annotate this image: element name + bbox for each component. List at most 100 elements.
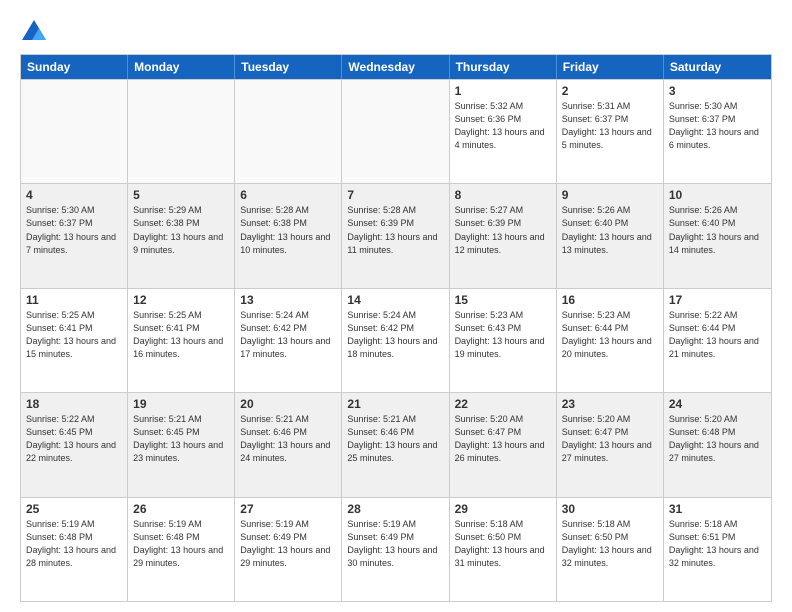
- cell-w4-d7: 24Sunrise: 5:20 AM Sunset: 6:48 PM Dayli…: [664, 393, 771, 496]
- cell-w3-d3: 13 Sunrise: 5:24 AM Sunset: 6:42 PM Dayli…: [235, 289, 342, 392]
- page: Sunday Monday Tuesday Wednesday Thursday…: [0, 0, 792, 612]
- cell-w1-d2: [128, 80, 235, 183]
- day-number: 9: [562, 188, 658, 202]
- cell-w5-d2: 26 Sunrise: 5:19 AM Sunset: 6:48 PM Dayli…: [128, 498, 235, 601]
- cell-w5-d3: 27Sunrise: 5:19 AM Sunset: 6:49 PM Dayli…: [235, 498, 342, 601]
- cell-w1-d3: [235, 80, 342, 183]
- day-number: 20: [240, 397, 336, 411]
- day-number: 21: [347, 397, 443, 411]
- cell-w3-d7: 17Sunrise: 5:22 AM Sunset: 6:44 PM Dayli…: [664, 289, 771, 392]
- week-row-1: 1 Sunrise: 5:32 AM Sunset: 6:36 PM Daylig…: [21, 79, 771, 183]
- day-number: 11: [26, 293, 122, 307]
- day-number: 19: [133, 397, 229, 411]
- day-number: 8: [455, 188, 551, 202]
- day-number: 28: [347, 502, 443, 516]
- day-number: 31: [669, 502, 766, 516]
- day-number: 18: [26, 397, 122, 411]
- day-number: 14: [347, 293, 443, 307]
- day-info: Sunrise: 5:25 AM Sunset: 6:41 PM Dayligh…: [26, 309, 122, 361]
- cell-w4-d5: 22Sunrise: 5:20 AM Sunset: 6:47 PM Dayli…: [450, 393, 557, 496]
- logo: [20, 18, 52, 46]
- day-number: 25: [26, 502, 122, 516]
- week-row-4: 18 Sunrise: 5:22 AM Sunset: 6:45 PM Dayli…: [21, 392, 771, 496]
- cell-w5-d6: 30 Sunrise: 5:18 AM Sunset: 6:50 PM Dayli…: [557, 498, 664, 601]
- cell-w4-d3: 20 Sunrise: 5:21 AM Sunset: 6:46 PM Dayli…: [235, 393, 342, 496]
- week-row-3: 11 Sunrise: 5:25 AM Sunset: 6:41 PM Dayli…: [21, 288, 771, 392]
- day-number: 26: [133, 502, 229, 516]
- day-info: Sunrise: 5:30 AM Sunset: 6:37 PM Dayligh…: [26, 204, 122, 256]
- cell-w4-d1: 18 Sunrise: 5:22 AM Sunset: 6:45 PM Dayli…: [21, 393, 128, 496]
- day-info: Sunrise: 5:19 AM Sunset: 6:48 PM Dayligh…: [133, 518, 229, 570]
- header-friday: Friday: [557, 55, 664, 79]
- day-info: Sunrise: 5:24 AM Sunset: 6:42 PM Dayligh…: [240, 309, 336, 361]
- day-number: 22: [455, 397, 551, 411]
- cell-w5-d5: 29 Sunrise: 5:18 AM Sunset: 6:50 PM Dayli…: [450, 498, 557, 601]
- cell-w2-d5: 8 Sunrise: 5:27 AM Sunset: 6:39 PM Daylig…: [450, 184, 557, 287]
- day-info: Sunrise: 5:31 AM Sunset: 6:37 PM Dayligh…: [562, 100, 658, 152]
- calendar-header-row: Sunday Monday Tuesday Wednesday Thursday…: [21, 55, 771, 79]
- day-number: 10: [669, 188, 766, 202]
- day-info: Sunrise: 5:21 AM Sunset: 6:46 PM Dayligh…: [240, 413, 336, 465]
- header-sunday: Sunday: [21, 55, 128, 79]
- cell-w2-d4: 7 Sunrise: 5:28 AM Sunset: 6:39 PM Daylig…: [342, 184, 449, 287]
- cell-w3-d6: 16 Sunrise: 5:23 AM Sunset: 6:44 PM Dayli…: [557, 289, 664, 392]
- day-number: 7: [347, 188, 443, 202]
- week-row-2: 4 Sunrise: 5:30 AM Sunset: 6:37 PM Daylig…: [21, 183, 771, 287]
- cell-w1-d5: 1 Sunrise: 5:32 AM Sunset: 6:36 PM Daylig…: [450, 80, 557, 183]
- header-thursday: Thursday: [450, 55, 557, 79]
- day-number: 1: [455, 84, 551, 98]
- cell-w2-d3: 6 Sunrise: 5:28 AM Sunset: 6:38 PM Daylig…: [235, 184, 342, 287]
- day-number: 13: [240, 293, 336, 307]
- day-number: 27: [240, 502, 336, 516]
- cell-w5-d1: 25Sunrise: 5:19 AM Sunset: 6:48 PM Dayli…: [21, 498, 128, 601]
- day-number: 6: [240, 188, 336, 202]
- calendar: Sunday Monday Tuesday Wednesday Thursday…: [20, 54, 772, 602]
- day-number: 17: [669, 293, 766, 307]
- header: [20, 18, 772, 46]
- header-monday: Monday: [128, 55, 235, 79]
- week-row-5: 25 Sunrise: 5:19 AM Sunset: 6:48 PM Dayli…: [21, 497, 771, 601]
- day-number: 29: [455, 502, 551, 516]
- day-info: Sunrise: 5:32 AM Sunset: 6:36 PM Dayligh…: [455, 100, 551, 152]
- day-info: Sunrise: 5:23 AM Sunset: 6:44 PM Dayligh…: [562, 309, 658, 361]
- day-info: Sunrise: 5:30 AM Sunset: 6:37 PM Dayligh…: [669, 100, 766, 152]
- cell-w2-d1: 4 Sunrise: 5:30 AM Sunset: 6:37 PM Daylig…: [21, 184, 128, 287]
- cell-w3-d4: 14Sunrise: 5:24 AM Sunset: 6:42 PM Dayli…: [342, 289, 449, 392]
- calendar-body: 1 Sunrise: 5:32 AM Sunset: 6:36 PM Daylig…: [21, 79, 771, 601]
- day-info: Sunrise: 5:26 AM Sunset: 6:40 PM Dayligh…: [669, 204, 766, 256]
- day-info: Sunrise: 5:18 AM Sunset: 6:50 PM Dayligh…: [562, 518, 658, 570]
- day-number: 15: [455, 293, 551, 307]
- cell-w1-d1: [21, 80, 128, 183]
- day-number: 16: [562, 293, 658, 307]
- day-info: Sunrise: 5:22 AM Sunset: 6:45 PM Dayligh…: [26, 413, 122, 465]
- cell-w5-d7: 31 Sunrise: 5:18 AM Sunset: 6:51 PM Dayli…: [664, 498, 771, 601]
- day-number: 12: [133, 293, 229, 307]
- cell-w2-d2: 5Sunrise: 5:29 AM Sunset: 6:38 PM Daylig…: [128, 184, 235, 287]
- day-info: Sunrise: 5:28 AM Sunset: 6:39 PM Dayligh…: [347, 204, 443, 256]
- cell-w1-d4: [342, 80, 449, 183]
- cell-w2-d7: 10 Sunrise: 5:26 AM Sunset: 6:40 PM Dayli…: [664, 184, 771, 287]
- day-info: Sunrise: 5:21 AM Sunset: 6:46 PM Dayligh…: [347, 413, 443, 465]
- day-info: Sunrise: 5:27 AM Sunset: 6:39 PM Dayligh…: [455, 204, 551, 256]
- day-info: Sunrise: 5:19 AM Sunset: 6:49 PM Dayligh…: [347, 518, 443, 570]
- day-number: 2: [562, 84, 658, 98]
- cell-w3-d5: 15Sunrise: 5:23 AM Sunset: 6:43 PM Dayli…: [450, 289, 557, 392]
- cell-w2-d6: 9 Sunrise: 5:26 AM Sunset: 6:40 PM Daylig…: [557, 184, 664, 287]
- day-number: 30: [562, 502, 658, 516]
- day-info: Sunrise: 5:18 AM Sunset: 6:50 PM Dayligh…: [455, 518, 551, 570]
- day-info: Sunrise: 5:21 AM Sunset: 6:45 PM Dayligh…: [133, 413, 229, 465]
- day-info: Sunrise: 5:28 AM Sunset: 6:38 PM Dayligh…: [240, 204, 336, 256]
- day-number: 23: [562, 397, 658, 411]
- cell-w4-d2: 19 Sunrise: 5:21 AM Sunset: 6:45 PM Dayli…: [128, 393, 235, 496]
- cell-w1-d7: 3 Sunrise: 5:30 AM Sunset: 6:37 PM Daylig…: [664, 80, 771, 183]
- day-info: Sunrise: 5:18 AM Sunset: 6:51 PM Dayligh…: [669, 518, 766, 570]
- day-number: 4: [26, 188, 122, 202]
- header-saturday: Saturday: [664, 55, 771, 79]
- cell-w4-d6: 23Sunrise: 5:20 AM Sunset: 6:47 PM Dayli…: [557, 393, 664, 496]
- header-tuesday: Tuesday: [235, 55, 342, 79]
- logo-icon: [20, 18, 48, 46]
- cell-w4-d4: 21 Sunrise: 5:21 AM Sunset: 6:46 PM Dayli…: [342, 393, 449, 496]
- cell-w5-d4: 28 Sunrise: 5:19 AM Sunset: 6:49 PM Dayli…: [342, 498, 449, 601]
- day-number: 3: [669, 84, 766, 98]
- day-info: Sunrise: 5:26 AM Sunset: 6:40 PM Dayligh…: [562, 204, 658, 256]
